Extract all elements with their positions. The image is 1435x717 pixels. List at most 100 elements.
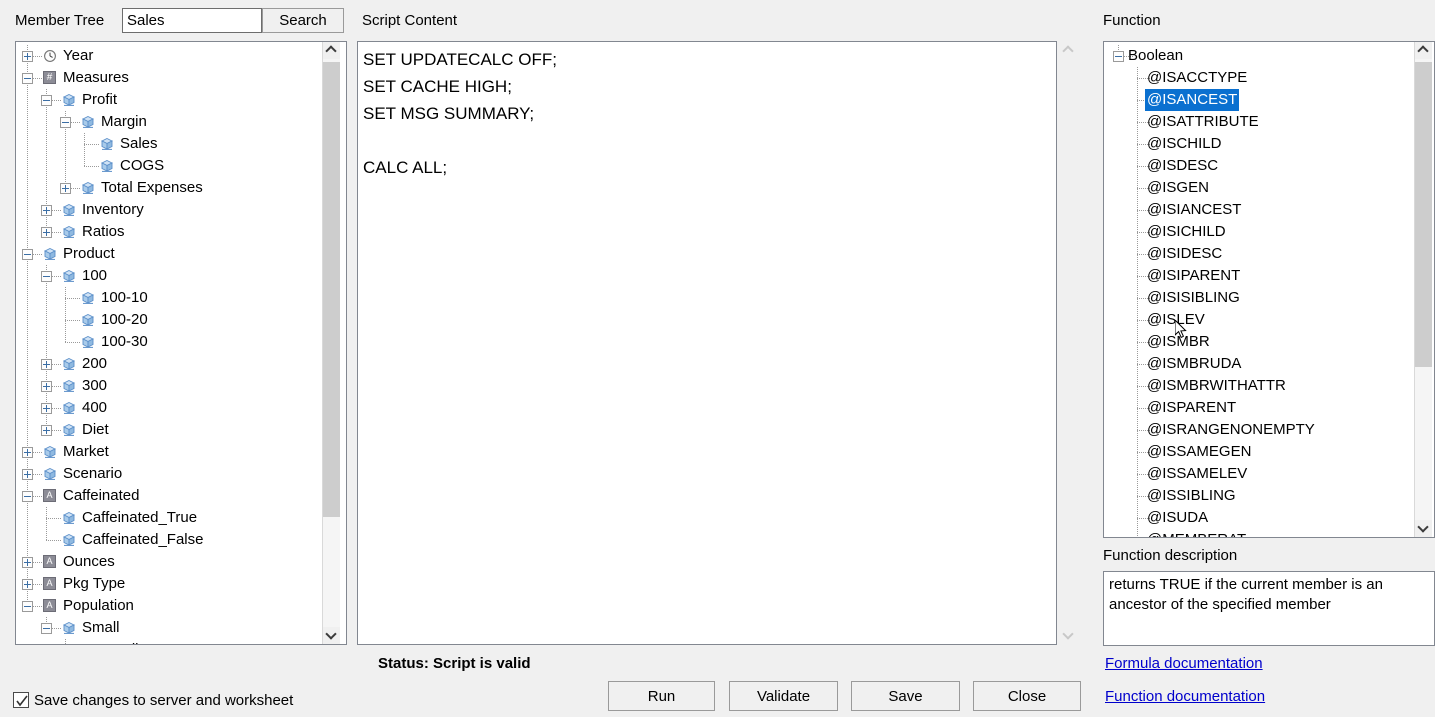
tree-row[interactable]: A Ounces bbox=[16, 551, 321, 573]
cube-icon bbox=[62, 203, 76, 217]
tree-row[interactable]: @MEMBERAT bbox=[1104, 529, 1409, 537]
tree-row[interactable]: COGS bbox=[16, 155, 321, 177]
tree-twisty-plus[interactable] bbox=[40, 204, 52, 216]
tree-row[interactable]: 400 bbox=[16, 397, 321, 419]
tree-twisty-plus[interactable] bbox=[40, 402, 52, 414]
tree-row[interactable]: Caffeinated_False bbox=[16, 529, 321, 551]
tree-twisty-plus[interactable] bbox=[40, 226, 52, 238]
tree-twisty-plus[interactable] bbox=[40, 424, 52, 436]
tree-row[interactable]: @ISANCEST bbox=[1104, 89, 1409, 111]
function-scroll-thumb[interactable] bbox=[1415, 62, 1432, 367]
tree-row[interactable]: A Caffeinated bbox=[16, 485, 321, 507]
tree-row[interactable]: Year bbox=[16, 45, 321, 67]
tree-row-label: 300 bbox=[82, 377, 108, 394]
tree-row[interactable]: @ISIANCEST bbox=[1104, 199, 1409, 221]
tree-row[interactable]: Inventory bbox=[16, 199, 321, 221]
tree-row[interactable]: Boolean bbox=[1104, 45, 1409, 67]
validate-button[interactable]: Validate bbox=[729, 681, 838, 711]
tree-row[interactable]: @ISLEV bbox=[1104, 309, 1409, 331]
member-tree-scrollbar[interactable] bbox=[322, 42, 340, 644]
tree-row[interactable]: Margin bbox=[16, 111, 321, 133]
tree-twisty-minus[interactable] bbox=[40, 622, 52, 634]
tree-twisty-plus[interactable] bbox=[40, 380, 52, 392]
tree-row[interactable]: A Pkg Type bbox=[16, 573, 321, 595]
tree-row[interactable]: @ISIDESC bbox=[1104, 243, 1409, 265]
tree-row[interactable]: @ISICHILD bbox=[1104, 221, 1409, 243]
member-tree-scroll-up[interactable] bbox=[323, 42, 340, 59]
tree-twisty-minus[interactable] bbox=[40, 270, 52, 282]
function-scroll-down[interactable] bbox=[1415, 520, 1432, 537]
script-scroll-up[interactable] bbox=[1060, 42, 1077, 59]
function-scroll-up[interactable] bbox=[1415, 42, 1432, 59]
close-button[interactable]: Close bbox=[973, 681, 1081, 711]
formula-documentation-link[interactable]: Formula documentation bbox=[1105, 655, 1263, 672]
tree-row[interactable]: Ratios bbox=[16, 221, 321, 243]
tree-row[interactable]: A Population bbox=[16, 595, 321, 617]
tree-twisty-minus[interactable] bbox=[21, 248, 33, 260]
function-tree[interactable]: Boolean @ISACCTYPE @ISANCEST @ISATTRIBUTE @I… bbox=[1104, 42, 1409, 537]
tree-twisty-plus[interactable] bbox=[21, 468, 33, 480]
tree-row[interactable]: Scenario bbox=[16, 463, 321, 485]
member-tree-panel[interactable]: Year # Measures Profit Margin Sales COGS Total … bbox=[15, 41, 347, 645]
tree-twisty-plus[interactable] bbox=[21, 50, 33, 62]
tree-twisty-minus[interactable] bbox=[59, 116, 71, 128]
tree-row[interactable]: 100-30 bbox=[16, 331, 321, 353]
tree-row[interactable]: @ISRANGENONEMPTY bbox=[1104, 419, 1409, 441]
tree-row[interactable]: @ISATTRIBUTE bbox=[1104, 111, 1409, 133]
script-content-text[interactable]: SET UPDATECALC OFF; SET CACHE HIGH; SET … bbox=[363, 46, 1052, 181]
member-tree[interactable]: Year # Measures Profit Margin Sales COGS Total … bbox=[16, 42, 321, 644]
script-scrollbar[interactable] bbox=[1060, 42, 1077, 644]
tree-row[interactable]: 100-20 bbox=[16, 309, 321, 331]
tree-row[interactable]: 300 bbox=[16, 375, 321, 397]
tree-row[interactable]: @ISCHILD bbox=[1104, 133, 1409, 155]
tree-row[interactable]: @ISMBR bbox=[1104, 331, 1409, 353]
tree-twisty-minus[interactable] bbox=[1112, 50, 1124, 62]
tree-row[interactable]: Diet bbox=[16, 419, 321, 441]
script-scroll-down[interactable] bbox=[1060, 627, 1077, 644]
tree-twisty-minus[interactable] bbox=[21, 72, 33, 84]
function-scrollbar[interactable] bbox=[1414, 42, 1432, 537]
tree-row[interactable]: @ISSIBLING bbox=[1104, 485, 1409, 507]
tree-row[interactable]: 100 bbox=[16, 265, 321, 287]
tree-twisty-plus[interactable] bbox=[21, 556, 33, 568]
function-list-panel[interactable]: Boolean @ISACCTYPE @ISANCEST @ISATTRIBUTE @I… bbox=[1103, 41, 1435, 538]
tree-twisty-plus[interactable] bbox=[21, 446, 33, 458]
save-button[interactable]: Save bbox=[851, 681, 960, 711]
script-content-panel[interactable]: SET UPDATECALC OFF; SET CACHE HIGH; SET … bbox=[357, 41, 1057, 645]
tree-row[interactable]: Profit bbox=[16, 89, 321, 111]
tree-row[interactable]: @ISPARENT bbox=[1104, 397, 1409, 419]
tree-row[interactable]: @ISSAMEGEN bbox=[1104, 441, 1409, 463]
tree-twisty-plus[interactable] bbox=[21, 578, 33, 590]
tree-twisty-minus[interactable] bbox=[21, 490, 33, 502]
tree-row[interactable]: 100-10 bbox=[16, 287, 321, 309]
tree-row[interactable]: @ISSAMELEV bbox=[1104, 463, 1409, 485]
tree-row[interactable]: @ISGEN bbox=[1104, 177, 1409, 199]
tree-row[interactable]: @ISUDA bbox=[1104, 507, 1409, 529]
tree-row[interactable]: 200 bbox=[16, 353, 321, 375]
member-tree-scroll-down[interactable] bbox=[323, 627, 340, 644]
tree-row[interactable]: @ISDESC bbox=[1104, 155, 1409, 177]
tree-twisty-plus[interactable] bbox=[40, 358, 52, 370]
tree-row[interactable]: Product bbox=[16, 243, 321, 265]
tree-row[interactable]: Caffeinated_True bbox=[16, 507, 321, 529]
tree-twisty-minus[interactable] bbox=[40, 94, 52, 106]
run-button[interactable]: Run bbox=[608, 681, 715, 711]
tree-row[interactable]: @ISMBRWITHATTR bbox=[1104, 375, 1409, 397]
tree-row[interactable]: # Measures bbox=[16, 67, 321, 89]
tree-row[interactable]: @ISIPARENT bbox=[1104, 265, 1409, 287]
tree-row[interactable]: Small_2000000 bbox=[16, 639, 321, 644]
tree-row[interactable]: Sales bbox=[16, 133, 321, 155]
member-search-input[interactable] bbox=[122, 8, 262, 33]
member-tree-scroll-thumb[interactable] bbox=[323, 62, 340, 517]
tree-row[interactable]: @ISISIBLING bbox=[1104, 287, 1409, 309]
search-button[interactable]: Search bbox=[262, 8, 344, 33]
tree-twisty-plus[interactable] bbox=[59, 182, 71, 194]
save-changes-checkbox[interactable] bbox=[13, 692, 29, 708]
tree-row[interactable]: @ISMBRUDA bbox=[1104, 353, 1409, 375]
function-documentation-link[interactable]: Function documentation bbox=[1105, 688, 1265, 705]
tree-row[interactable]: Total Expenses bbox=[16, 177, 321, 199]
tree-twisty-minus[interactable] bbox=[21, 600, 33, 612]
tree-row[interactable]: Market bbox=[16, 441, 321, 463]
tree-row[interactable]: @ISACCTYPE bbox=[1104, 67, 1409, 89]
tree-row[interactable]: Small bbox=[16, 617, 321, 639]
